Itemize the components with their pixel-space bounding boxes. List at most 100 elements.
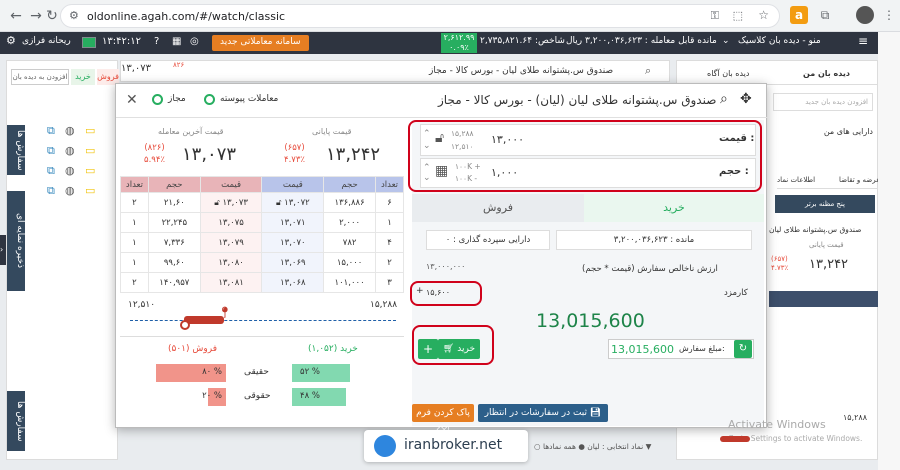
add-watch-input[interactable]: افزودن دیده بان جدید [773, 93, 873, 111]
ob-sell-count: ۲ [120, 272, 149, 293]
refresh-button[interactable]: ↻ [734, 340, 752, 358]
selected-symbol-radio[interactable]: ○ [534, 442, 541, 451]
globe-icons[interactable]: ◍ ◍ ◍ ◍ [65, 121, 75, 201]
index-pct: ۰.۰۹٪ [449, 43, 469, 52]
menu-dots-icon[interactable]: ⋮ [880, 6, 898, 24]
save-pending-button[interactable]: ثبت در سفارشات در انتظار 💾︎ [478, 404, 608, 422]
ob-buy-count: ۱ [375, 212, 404, 233]
address-bar[interactable]: ⚙ oldonline.agah.com/#/watch/classic ⚿ ⬚… [60, 4, 780, 28]
search-icon[interactable]: ⌕ [720, 91, 728, 107]
ob-head-sell-count: تعداد [120, 176, 149, 193]
help-icon[interactable]: ? [154, 36, 159, 47]
symbol-bar: ۱۳,۰۷۳ ۸۲۶ صندوق س.پشتوانه طلای لیان - ب… [120, 60, 670, 82]
bg-search-icon[interactable]: ⌕ [645, 64, 651, 78]
extension-a-icon[interactable]: a [790, 6, 808, 24]
close-icon[interactable]: ✕ [126, 92, 138, 108]
tab-buy[interactable]: خرید [584, 194, 764, 222]
tab-orders[interactable]: سفارش ها [7, 125, 25, 175]
ob-buy-count: ۲ [375, 252, 404, 273]
ob-sell-count: ۱ [120, 212, 149, 233]
ob-buy-volume: ۱۰۱,۰۰۰ [323, 272, 377, 293]
row-actions[interactable]: ⧉ ⧉ ⧉ ⧉ [47, 121, 55, 201]
site-info-icon[interactable]: ⚙ [69, 9, 79, 22]
table-row[interactable]: ۲ ۱۴۰,۹۵۷ ۱۳,۰۸۱ ۱۳,۰۶۸ ۱۰۱,۰۰۰ ۳ [120, 272, 404, 293]
ob-buy-count: ۳ [375, 272, 404, 293]
best-five-button[interactable]: پنج مظنه برتر [775, 195, 875, 213]
reload-icon[interactable]: ↻ [42, 6, 62, 26]
grid-icon[interactable]: ▦ [172, 36, 181, 47]
chevron-down-icon[interactable]: ⌄ [722, 36, 730, 46]
left-collapse-handle[interactable]: › [0, 235, 6, 265]
ob-sell-price: ۱۳,۰۷۵ [199, 212, 263, 233]
table-row[interactable]: ۱ ۷,۳۳۶ ۱۳,۰۷۹ ۱۳,۰۷۰ ۷۸۲ ۴ [120, 232, 404, 253]
star-icon[interactable]: ☆ [758, 8, 769, 22]
order-amount-label: مبلغ سفارش: [679, 344, 725, 353]
real-label: حقیقی [244, 367, 269, 377]
settings-icon[interactable]: ⚙ [6, 34, 16, 47]
order-book: تعداد حجم قیمت قیمت حجم تعداد ۲ ۲۱,۶۰ 🔓︎ ۱… [120, 176, 404, 293]
table-row[interactable]: ۱ ۲۲,۲۴۵ ۱۳,۰۷۵ ۱۳,۰۷۱ ۲,۰۰۰ ۱ [120, 212, 404, 233]
extensions-icon[interactable]: ⧉ [816, 6, 834, 24]
my-assets[interactable]: دارایی های من [773, 123, 873, 141]
profile-avatar[interactable] [856, 6, 874, 24]
index-change-badge: ۲,۶۱۲.۹۹ ۰.۰۹٪ [441, 33, 477, 53]
last-trade-label: قیمت آخرین معامله [158, 127, 224, 136]
menu-title[interactable]: منو - دیده بان کلاسیک [738, 36, 821, 46]
buy-count: خرید (۱,۰۵۲) [308, 344, 358, 354]
legal-label: حقوقی [244, 391, 271, 401]
tab-symbol-info[interactable]: اطلاعات نماد [777, 176, 815, 184]
sell-real-track: ۸۰ % [138, 364, 226, 382]
key-icon[interactable]: ⚿ [711, 9, 719, 23]
rp-table-header [769, 291, 879, 307]
install-icon[interactable]: ⬚ [733, 9, 743, 22]
clear-form-button[interactable]: پاک کردن فرم ⌫ [412, 404, 474, 436]
continuous-radio[interactable] [204, 94, 215, 105]
browser-toolbar: ← → ↻ ⚙ oldonline.agah.com/#/watch/class… [0, 0, 900, 32]
left-panel: افزودن به دیده بان خرید فروش سفارش ها ذخ… [6, 60, 119, 460]
new-trading-system-button[interactable]: سامانه معاملاتی جدید [212, 35, 309, 51]
ob-sell-price: ۱۳,۰۷۹ [199, 232, 263, 253]
all-symbols-radio[interactable]: ● [578, 442, 585, 451]
ob-sell-count: ۲ [120, 192, 149, 213]
move-icon[interactable]: ✥ [740, 91, 752, 107]
quick-buy-button[interactable]: خرید [71, 69, 95, 85]
tab-saved-profiles[interactable]: ذخیره نمایه ای [7, 191, 25, 291]
order-amount-box: 13,015,600 مبلغ سفارش: [608, 339, 754, 359]
buy-legal-pct: ۴۸ % [300, 391, 320, 401]
modal-header: ✕ مجاز معاملات پیوسته صندوق س.پشتوانه طل… [116, 84, 768, 118]
tab-orders-bottom[interactable]: سفارش ها [7, 391, 25, 451]
invest-user[interactable]: ریحانه فرازی [22, 36, 71, 46]
tab-sell[interactable]: فروش [412, 194, 584, 222]
all-symbols: همه نمادها [542, 442, 576, 451]
ob-sell-count: ۱ [120, 252, 149, 273]
back-icon[interactable]: ← [6, 6, 26, 26]
allowed-radio[interactable] [152, 94, 163, 105]
lock-icon: 🔓︎ [275, 197, 285, 208]
ob-sell-price-value: ۱۳,۰۷۳ [222, 197, 248, 208]
lifebuoy-icon[interactable]: ◎ [190, 36, 199, 47]
ob-sell-price: ۱۳,۰۸۰ [199, 252, 263, 273]
selected-symbol: نماد انتخابی : لیان [587, 442, 644, 451]
gross-value: ۱۳,۰۰۰,۰۰۰ [426, 262, 466, 271]
save-icon: 💾︎ [589, 408, 602, 418]
tab-supply-demand[interactable]: عرضه و تقاضا [839, 176, 880, 184]
add-to-watch-button[interactable]: افزودن به دیده بان [11, 69, 69, 85]
ob-sell-price: ۱۳,۰۸۱ [199, 272, 263, 293]
page-scrollbar[interactable] [878, 32, 900, 470]
filter-icon[interactable]: ▼ [646, 442, 652, 451]
ob-buy-volume: ۱۵,۰۰۰ [323, 252, 377, 273]
sell-legal-track: ۲۰ % [138, 388, 226, 406]
table-row[interactable]: ۱ ۹۹,۶۰ ۱۳,۰۸۰ ۱۳,۰۶۹ ۱۵,۰۰۰ ۲ [120, 252, 404, 273]
fee-label: کارمزد [724, 288, 748, 298]
range-handle[interactable] [180, 320, 190, 330]
note-icons[interactable]: ▭ ▭ ▭ ▭ [85, 121, 95, 201]
order-modal: ✕ مجاز معاملات پیوسته صندوق س.پشتوانه طل… [115, 83, 768, 436]
tab-my-watch[interactable]: دیده بان من [803, 69, 850, 78]
table-row[interactable]: ۲ ۲۱,۶۰ 🔓︎ ۱۳,۰۷۳ 🔓︎ ۱۳,۰۷۲ ۱۳۶,۸۸۶ ۶ [120, 192, 404, 213]
ob-head-buy-price: قیمت [261, 176, 325, 193]
tab-agah-watch[interactable]: دیده بان آگاه [707, 69, 749, 78]
ob-buy-price: ۱۳,۰۷۰ [261, 232, 325, 253]
total-amount: 13,015,600 [536, 310, 645, 332]
hamburger-icon[interactable]: ≡ [858, 34, 868, 48]
rp-max: ۱۵,۲۸۸ [843, 413, 868, 422]
